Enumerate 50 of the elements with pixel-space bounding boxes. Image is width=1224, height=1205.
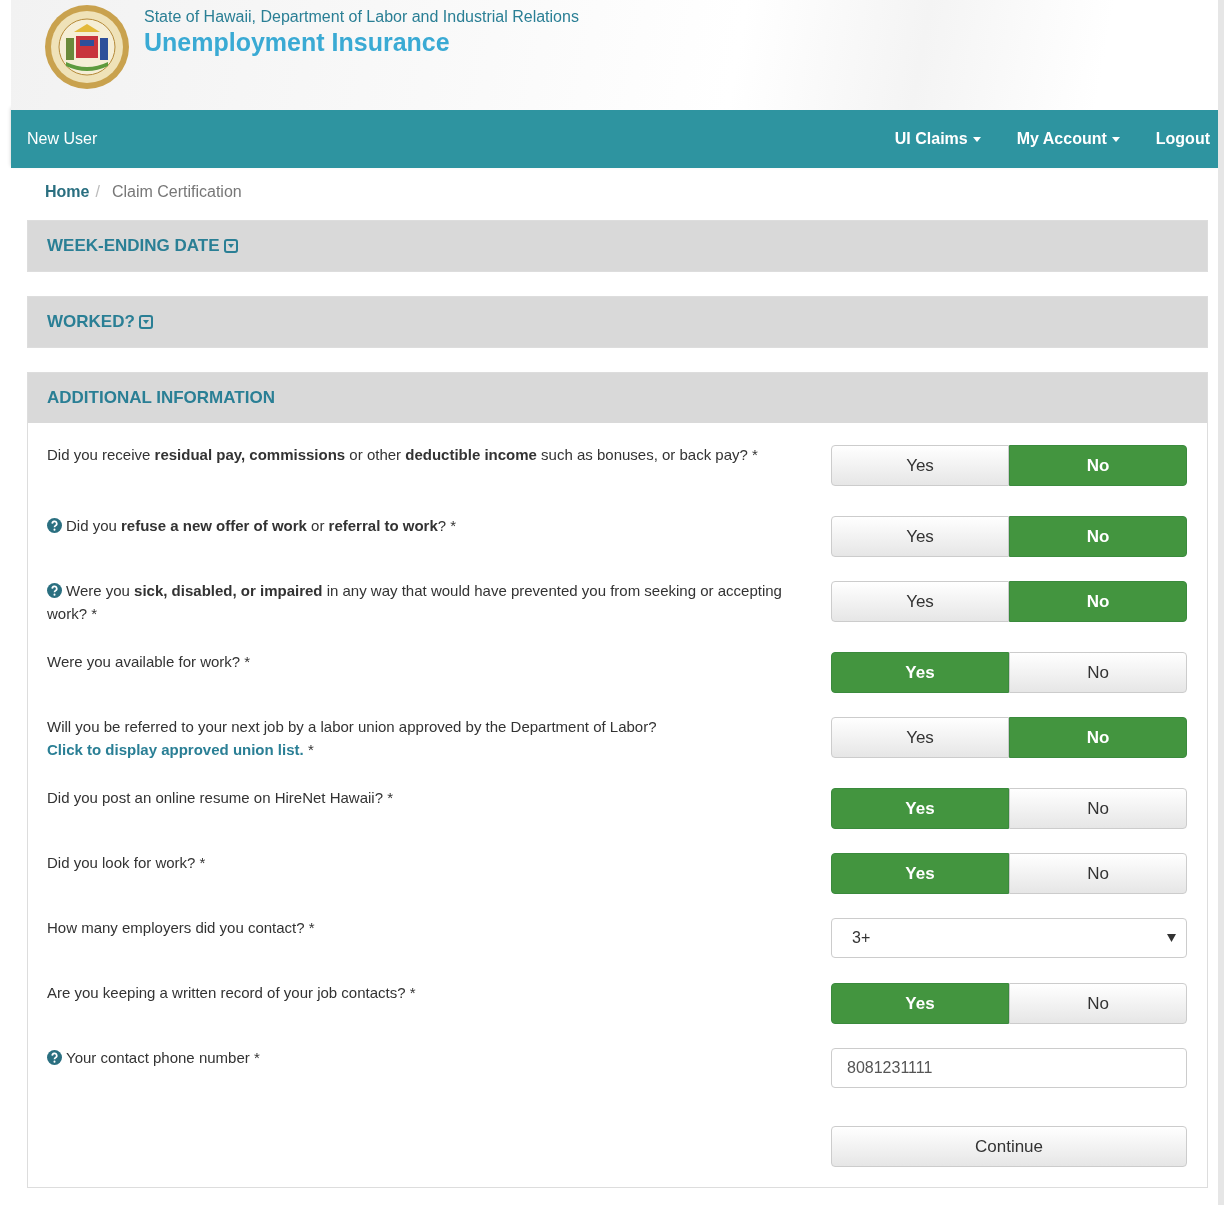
nav-menu[interactable]: Logout — [1155, 130, 1210, 148]
option-button[interactable]: Yes — [831, 652, 1009, 693]
help-icon[interactable] — [47, 583, 62, 598]
option-button[interactable]: Yes — [831, 581, 1009, 622]
question-text: Your contact phone number * — [47, 1046, 799, 1106]
agency-name: State of Hawaii, Department of Labor and Industrial Relations — [144, 8, 579, 26]
section-header[interactable]: WORKED? — [28, 297, 1207, 347]
select-field[interactable]: 3+ — [831, 918, 1187, 958]
union-list-link[interactable]: Click to display approved union list. — [47, 741, 304, 758]
question-text: Did you post an online resume on HireNet Hawaii? * — [47, 788, 394, 808]
caret-icon — [1111, 136, 1120, 142]
caret-icon — [972, 136, 981, 142]
option-button[interactable]: Yes — [831, 717, 1009, 758]
option-button[interactable]: Yes — [831, 445, 1009, 486]
nav-brand[interactable]: New User — [27, 130, 98, 148]
option-button[interactable]: No — [1009, 788, 1187, 829]
option-button[interactable]: No — [1009, 983, 1187, 1024]
question-text: Are you keeping a written record of your job contacts? * — [47, 983, 417, 1003]
continue-button[interactable]: Continue — [831, 1126, 1187, 1167]
question-text: How many employers did you contact? * — [47, 918, 316, 938]
nav-menu[interactable]: UI Claims — [894, 130, 981, 148]
option-button[interactable]: Yes — [831, 516, 1009, 557]
help-icon[interactable] — [47, 518, 62, 533]
help-icon[interactable] — [47, 1050, 62, 1065]
expand-icon[interactable] — [223, 239, 238, 253]
question-text: Were you available for work? * — [47, 652, 252, 672]
option-button[interactable]: Yes — [831, 983, 1009, 1024]
question-text: Were you sick, disabled, or impaired in any way that would have prevented you from seeking or accepting work? * — [47, 581, 783, 624]
option-button[interactable]: Yes — [831, 853, 1009, 894]
option-button[interactable]: No — [1009, 717, 1187, 758]
expand-icon[interactable] — [138, 315, 153, 329]
section-header: ADDITIONAL INFORMATION — [28, 373, 1207, 423]
breadcrumb-link[interactable]: Home — [45, 183, 90, 201]
question-text: Did you receive residual pay, commissions or other deductible income such as bonuses, or back pay? * — [47, 445, 759, 465]
current-page-label: Claim Certification — [111, 183, 242, 201]
section-header[interactable]: WEEK-ENDING DATE — [28, 221, 1207, 271]
option-button[interactable]: No — [1009, 516, 1187, 557]
nav-menu[interactable]: My Account — [1016, 130, 1120, 148]
phone-field[interactable]: 8081231111 — [831, 1048, 1187, 1088]
question-text: Did you look for work? * — [47, 853, 207, 873]
site-title: Unemployment Insurance — [144, 28, 451, 57]
question-text: Will you be referred to your next job by a labor union approved by the Department of Labor? Click to display approved union list. * — [47, 717, 658, 760]
dropdown-icon — [1167, 934, 1176, 942]
question-text: Did you refuse a new offer of work or referral to work? * — [47, 514, 799, 579]
option-button[interactable]: No — [1009, 581, 1187, 622]
option-button[interactable]: No — [1009, 652, 1187, 693]
option-button[interactable]: Yes — [831, 788, 1009, 829]
option-button[interactable]: No — [1009, 445, 1187, 486]
option-button[interactable]: No — [1009, 853, 1187, 894]
breadcrumb-separator: / — [95, 183, 100, 201]
